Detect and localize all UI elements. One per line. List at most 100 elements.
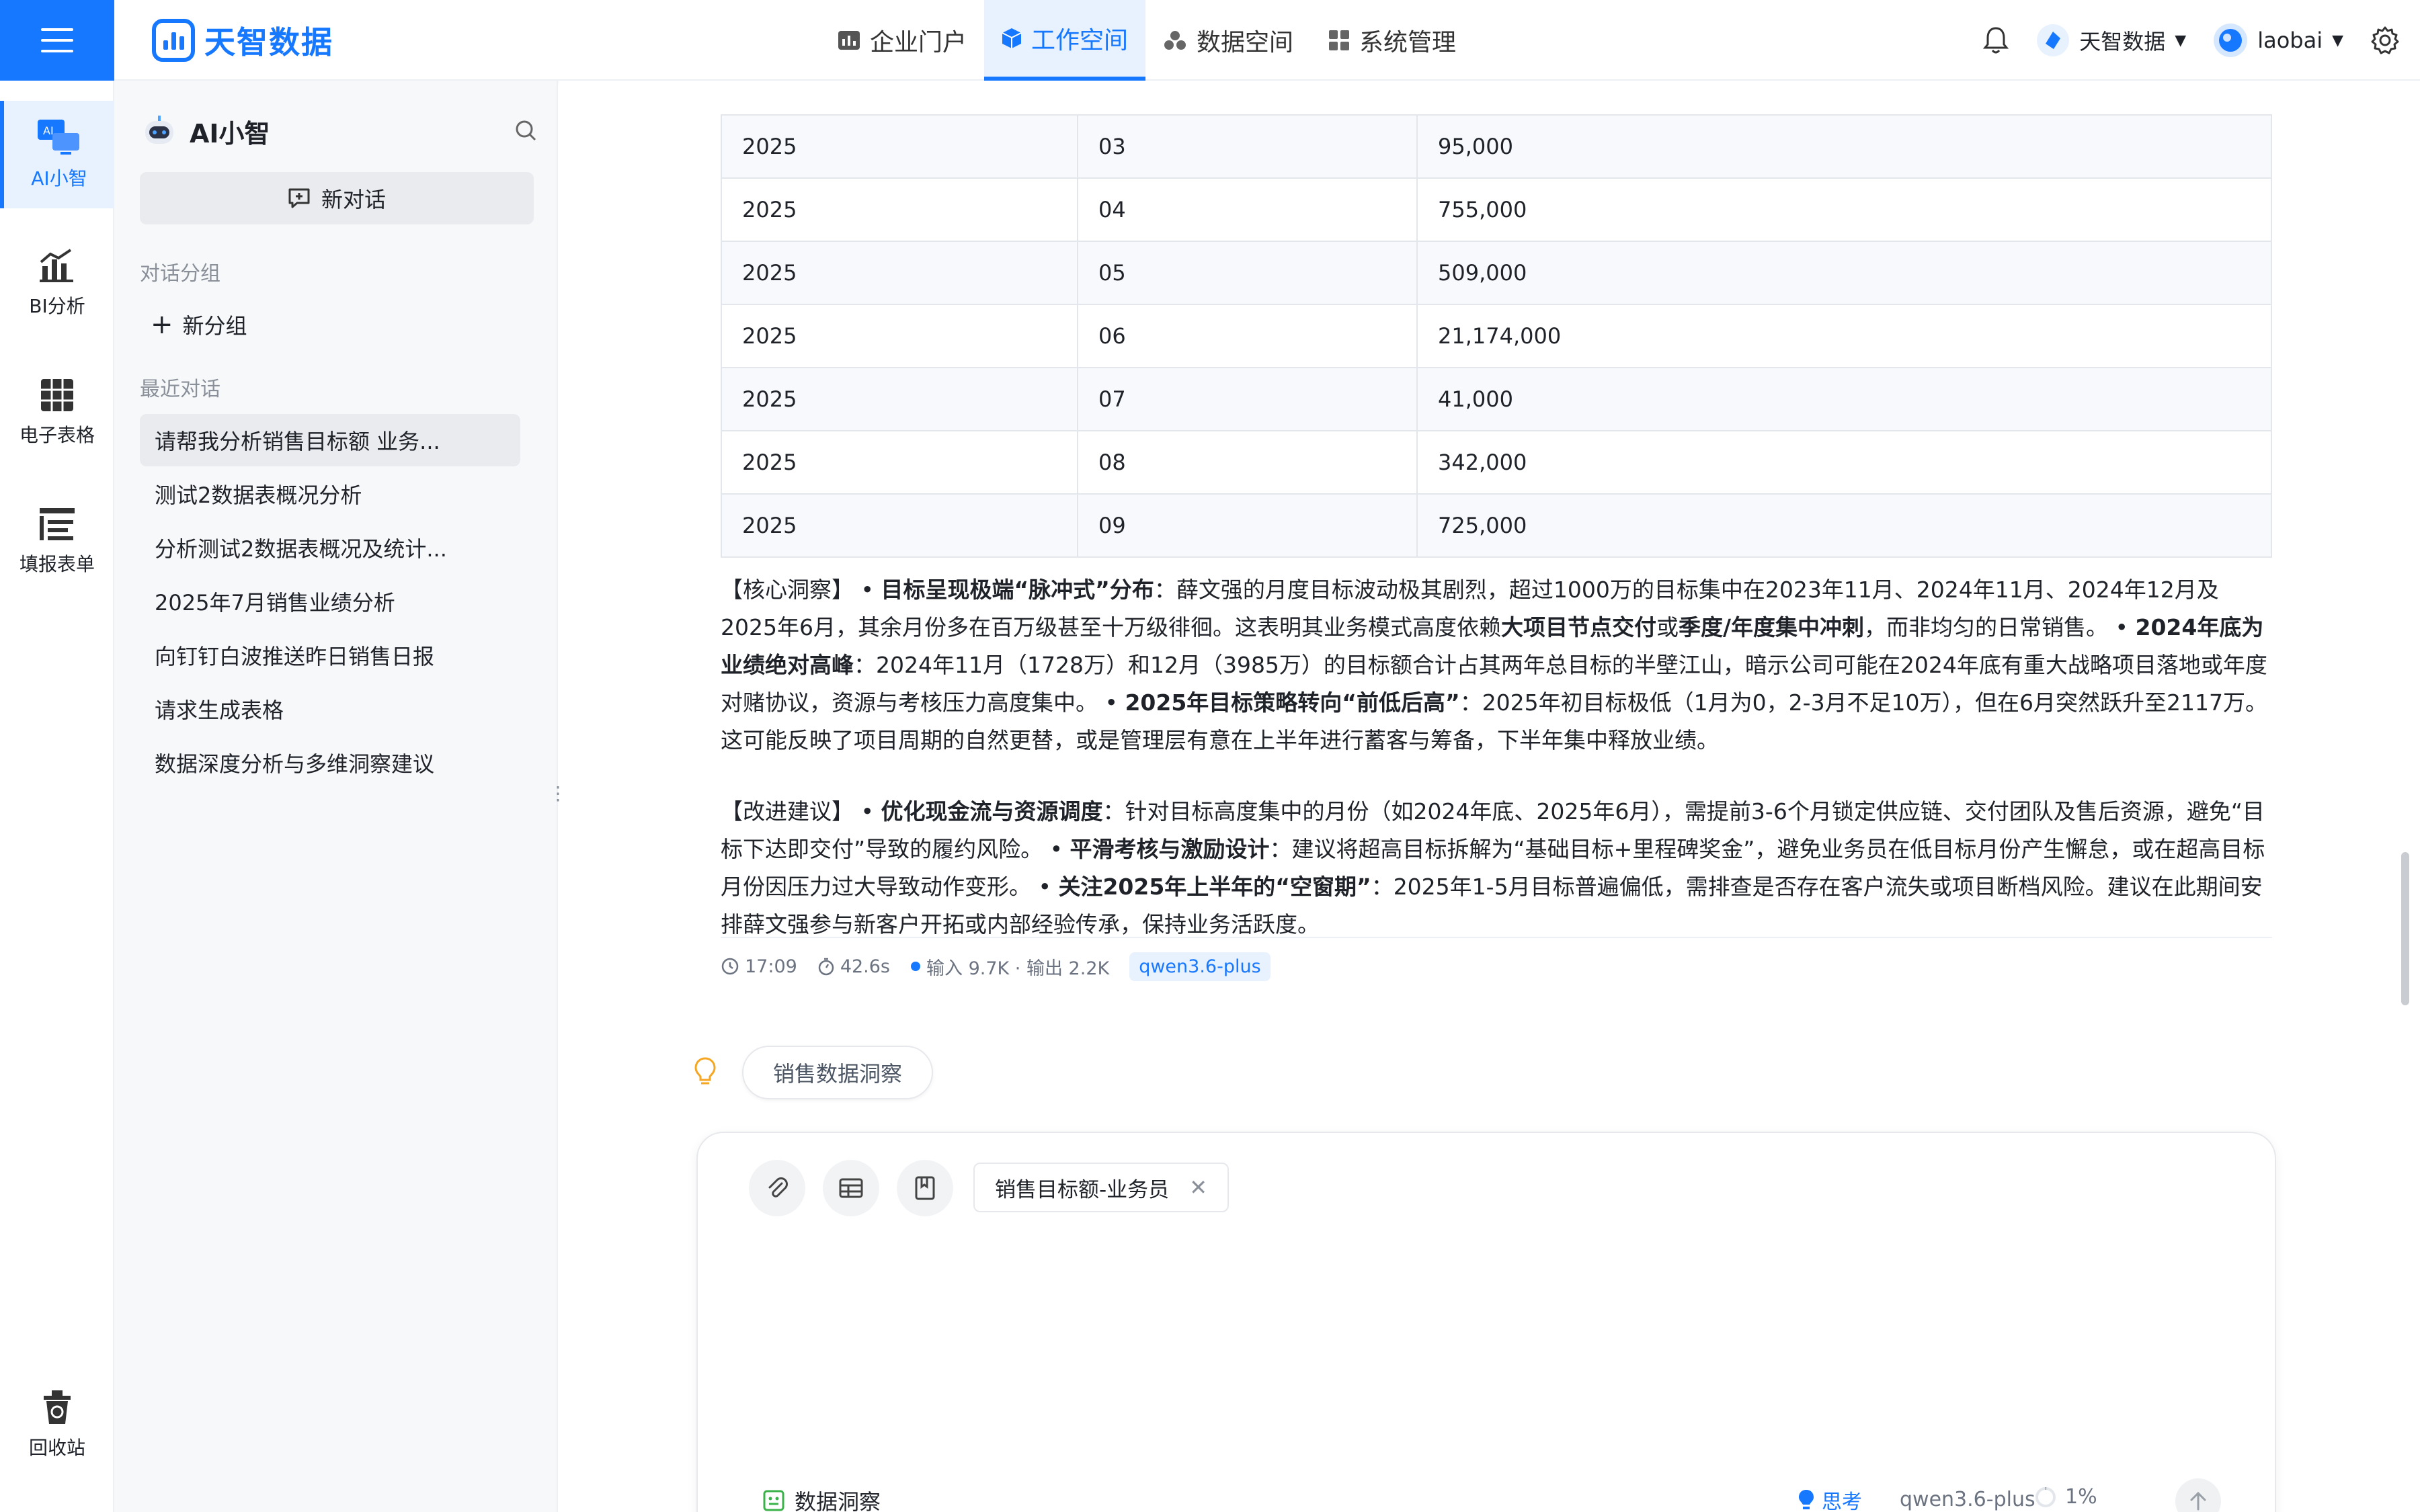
bell-icon xyxy=(1983,27,2009,54)
table-cell: 2025 xyxy=(721,177,1078,242)
text-segment: 或 xyxy=(1656,614,1679,640)
bold-text: 优化现金流与资源调度 xyxy=(881,798,1103,825)
table-cell: 21,174,000 xyxy=(1416,304,2272,368)
user-name: laobai xyxy=(2257,28,2323,53)
close-icon[interactable]: ✕ xyxy=(1189,1175,1207,1200)
grid-icon xyxy=(1329,30,1350,50)
nav-data-space[interactable]: 数据空间 xyxy=(1145,0,1311,81)
dot-icon xyxy=(911,962,920,971)
add-group-label: 新分组 xyxy=(182,313,247,339)
nav-portal-label: 企业门户 xyxy=(870,29,967,56)
brand-name: 天智数据 xyxy=(204,24,333,60)
org-name: 天智数据 xyxy=(2079,29,2166,54)
new-chat-button[interactable]: 新对话 xyxy=(140,172,534,224)
selected-table-label: 销售目标额-业务员 xyxy=(995,1177,1170,1202)
table-row: 2025 09 725,000 xyxy=(721,493,2272,558)
attach-button[interactable] xyxy=(749,1160,805,1216)
brand[interactable]: 天智数据 xyxy=(152,17,333,63)
cube-icon xyxy=(1002,28,1022,48)
rail-item-label: 电子表格 xyxy=(19,424,95,446)
conversation-item[interactable]: 2025年7月销售业绩分析 xyxy=(140,575,520,628)
text-segment: 【改进建议】 • xyxy=(721,798,881,825)
token-meta: 输入 9.7K · 输出 2.2K xyxy=(910,954,1109,980)
message-meta: 17:09 42.6s 输入 9.7K · 输出 2.2K qwen3.6-pl… xyxy=(721,949,1270,984)
panel-header: AI小智 xyxy=(141,108,538,155)
org-switcher[interactable]: 天智数据 ▼ xyxy=(2036,24,2186,57)
chat-main: 2025 03 95,000 2025 04 755,000 2025 05 509,000 20… xyxy=(559,81,2420,1512)
text-segment: ，而非均匀的日常销售。 • xyxy=(1864,614,2136,640)
plus-icon: + xyxy=(151,309,173,340)
recycle-bin-icon xyxy=(44,1390,71,1424)
table-cell: 2025 xyxy=(721,493,1078,558)
clock-icon xyxy=(721,958,739,975)
rail-item-bi[interactable]: BI分析 xyxy=(0,230,114,337)
main-scrollbar[interactable] xyxy=(2401,852,2409,1005)
context-usage-value: 1% xyxy=(2065,1485,2097,1509)
form-icon xyxy=(40,508,75,540)
left-rail: AI AI小智 BI分析 电子表格 填报表单 回收站 xyxy=(0,81,114,1512)
table-cell: 08 xyxy=(1077,430,1418,495)
table-icon xyxy=(839,1178,863,1198)
timer-icon xyxy=(818,958,834,976)
robot-icon xyxy=(145,116,173,144)
text-segment: 【核心洞察】 • xyxy=(721,577,881,603)
conversation-item[interactable]: 数据深度分析与多维洞察建议 xyxy=(140,737,520,789)
rail-item-ai[interactable]: AI AI小智 xyxy=(0,101,114,208)
brand-logo-icon xyxy=(152,19,195,62)
search-button[interactable] xyxy=(514,118,538,145)
table-cell: 509,000 xyxy=(1416,241,2272,305)
progress-ring-icon xyxy=(2035,1486,2056,1507)
table-cell: 2025 xyxy=(721,304,1078,368)
table-cell: 07 xyxy=(1077,367,1418,431)
group-section-label: 对话分组 xyxy=(140,262,220,286)
notification-button[interactable] xyxy=(1982,26,2009,55)
add-group-button[interactable]: + 新分组 xyxy=(151,309,247,340)
settings-button[interactable] xyxy=(2370,26,2400,55)
data-table-button[interactable] xyxy=(823,1160,879,1216)
table-cell: 41,000 xyxy=(1416,367,2272,431)
rail-item-label: AI小智 xyxy=(31,167,87,190)
table-row: 2025 04 755,000 xyxy=(721,177,2272,242)
rail-item-form[interactable]: 填报表单 xyxy=(0,488,114,595)
data-insight-toggle[interactable]: 数据洞察 xyxy=(762,1485,881,1512)
model-selector[interactable]: qwen3.6-plus xyxy=(1900,1488,2035,1511)
suggestion-paragraph: 【改进建议】 • 优化现金流与资源调度：针对目标高度集中的月份（如2024年底、… xyxy=(721,793,2273,943)
table-cell: 05 xyxy=(1077,241,1418,305)
conversation-item[interactable]: 分析测试2数据表概况及统计... xyxy=(140,521,520,574)
nav-portal[interactable]: 企业门户 xyxy=(820,0,984,81)
rail-item-label: 填报表单 xyxy=(19,553,95,575)
paperclip-icon xyxy=(768,1177,788,1198)
user-menu[interactable]: laobai ▼ xyxy=(2213,23,2343,58)
conversation-item[interactable]: 请帮我分析销售目标额 业务... xyxy=(140,414,520,466)
message-divider xyxy=(721,937,2272,938)
table-cell: 2025 xyxy=(721,367,1078,431)
new-chat-label: 新对话 xyxy=(321,187,386,212)
nav-system[interactable]: 系统管理 xyxy=(1311,0,1474,81)
conversation-item[interactable]: 向钉钉白波推送昨日销售日报 xyxy=(140,629,520,681)
org-logo-icon xyxy=(2037,24,2070,56)
caret-down-icon: ▼ xyxy=(2332,32,2343,49)
suggestion-chip[interactable]: 销售数据洞察 xyxy=(742,1046,934,1099)
rail-item-recycle[interactable]: 回收站 xyxy=(0,1371,114,1478)
send-button[interactable] xyxy=(2175,1478,2221,1512)
data-insight-label: 数据洞察 xyxy=(795,1489,881,1512)
ai-monitor-icon: AI xyxy=(38,120,79,155)
rail-item-spreadsheet[interactable]: 电子表格 xyxy=(0,359,114,466)
nav-workspace[interactable]: 工作空间 xyxy=(984,0,1146,81)
nav-data-space-label: 数据空间 xyxy=(1197,29,1294,56)
conversation-item[interactable]: 测试2数据表概况分析 xyxy=(140,468,520,520)
panel-title: AI小智 xyxy=(190,118,270,149)
rail-item-label: BI分析 xyxy=(29,295,85,317)
composer[interactable]: 销售目标额-业务员 ✕ 数据洞察 思考 qwen3.6-plus 1% xyxy=(696,1132,2276,1512)
bold-text: 大项目节点交付 xyxy=(1500,614,1656,640)
selected-table-chip: 销售目标额-业务员 ✕ xyxy=(973,1163,1229,1212)
top-bar: 天智数据 企业门户 工作空间 数据空间 系统管理 天智数据 ▼ laobai ▼ xyxy=(0,0,2420,81)
duration-meta: 42.6s xyxy=(817,956,890,977)
think-toggle[interactable]: 思考 xyxy=(1798,1485,1862,1512)
conversation-item[interactable]: 请求生成表格 xyxy=(140,683,520,735)
arrow-up-icon xyxy=(2190,1491,2206,1511)
menu-toggle-button[interactable] xyxy=(0,0,114,81)
model-tag: qwen3.6-plus xyxy=(1129,952,1270,981)
nav-system-label: 系统管理 xyxy=(1359,29,1457,56)
knowledge-button[interactable] xyxy=(897,1160,953,1216)
